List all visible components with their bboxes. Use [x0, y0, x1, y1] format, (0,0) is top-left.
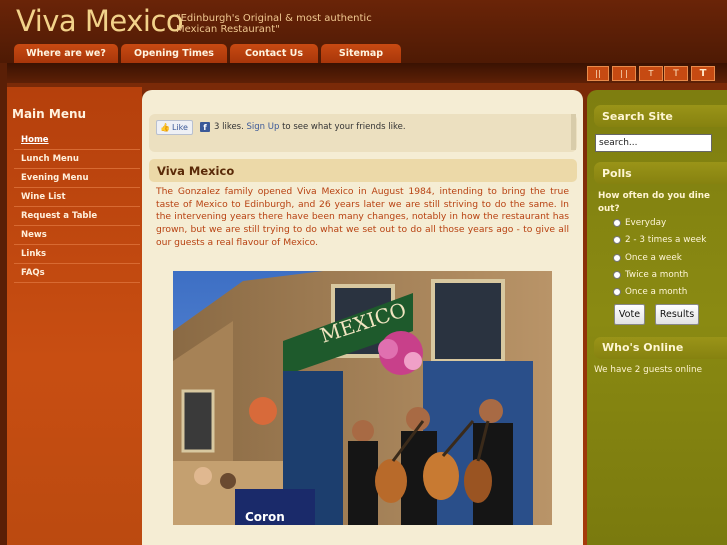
results-button[interactable]: Results — [655, 304, 699, 325]
like-label: Like — [171, 123, 188, 132]
poll-option-label: Everyday — [625, 218, 667, 228]
menu-item-request-table[interactable]: Request a Table — [14, 207, 140, 226]
font-large-button[interactable]: T — [691, 66, 715, 81]
online-title: Who's Online — [602, 341, 684, 354]
menu-item-news[interactable]: News — [14, 226, 140, 245]
signup-link[interactable]: Sign Up — [247, 122, 280, 132]
article-body: The Gonzalez family opened Viva Mexico i… — [156, 186, 569, 248]
nav-tab-sitemap[interactable]: Sitemap — [321, 44, 401, 63]
facebook-like-text: 3 likes. Sign Up to see what your friend… — [214, 122, 406, 132]
site-header: Viva Mexico "Edinburgh's Original & most… — [0, 0, 727, 63]
radio-button[interactable] — [613, 236, 621, 244]
site-tagline: "Edinburgh's Original & most authentic M… — [176, 13, 372, 35]
top-nav: Where are we? Opening Times Contact Us S… — [14, 44, 401, 63]
facebook-icon: f — [200, 122, 210, 132]
facebook-like-box — [149, 114, 577, 152]
facebook-box-scrollbar[interactable] — [571, 114, 576, 150]
menu-item-lunch-menu[interactable]: Lunch Menu — [14, 150, 140, 169]
nav-tab-opening-times[interactable]: Opening Times — [121, 44, 227, 63]
width-wide-button[interactable]: | | — [612, 66, 636, 81]
poll-option-once-month[interactable]: Once a month — [613, 287, 687, 297]
poll-option-label: Once a week — [625, 253, 682, 263]
restaurant-photo: MEXICO Coron — [173, 271, 552, 525]
polls-title: Polls — [602, 167, 632, 180]
thumbs-up-icon: 👍 — [160, 123, 170, 132]
like-suffix: to see what your friends like. — [282, 122, 406, 132]
poll-option-twice-month[interactable]: Twice a month — [613, 270, 688, 280]
radio-button[interactable] — [613, 288, 621, 296]
nav-tab-contact-us[interactable]: Contact Us — [230, 44, 318, 63]
font-medium-button[interactable]: T — [664, 66, 688, 81]
online-text: We have 2 guests online — [594, 365, 702, 375]
width-narrow-button[interactable]: || — [587, 66, 609, 81]
poll-option-label: Once a month — [625, 287, 688, 297]
radio-button[interactable] — [613, 271, 621, 279]
facebook-like-button[interactable]: 👍 Like — [156, 120, 193, 135]
nav-tab-where-are-we[interactable]: Where are we? — [14, 44, 118, 63]
menu-item-home[interactable]: Home — [14, 131, 140, 150]
font-small-button[interactable]: T — [639, 66, 663, 81]
poll-option-everyday[interactable]: Everyday — [613, 218, 666, 228]
main-menu: Home Lunch Menu Evening Menu Wine List R… — [14, 131, 140, 283]
poll-option-label: Twice a month — [625, 270, 689, 280]
menu-item-links[interactable]: Links — [14, 245, 140, 264]
photo-banner-text: Coron — [245, 510, 285, 524]
search-title: Search Site — [602, 110, 673, 123]
poll-option-2-3-times-week[interactable]: 2 - 3 times a week — [613, 235, 706, 245]
radio-button[interactable] — [613, 254, 621, 262]
menu-item-wine-list[interactable]: Wine List — [14, 188, 140, 207]
poll-option-once-week[interactable]: Once a week — [613, 253, 682, 263]
article-title: Viva Mexico — [157, 164, 235, 178]
search-input[interactable] — [595, 134, 712, 152]
like-count: 3 likes. — [214, 122, 244, 132]
poll-option-label: 2 - 3 times a week — [625, 235, 707, 245]
site-logo[interactable]: Viva Mexico — [16, 4, 184, 38]
main-menu-title: Main Menu — [12, 107, 87, 121]
poll-question: How often do you dine out? — [598, 191, 711, 214]
vote-button[interactable]: Vote — [614, 304, 645, 325]
radio-button[interactable] — [613, 219, 621, 227]
menu-item-faqs[interactable]: FAQs — [14, 264, 140, 283]
menu-item-evening-menu[interactable]: Evening Menu — [14, 169, 140, 188]
